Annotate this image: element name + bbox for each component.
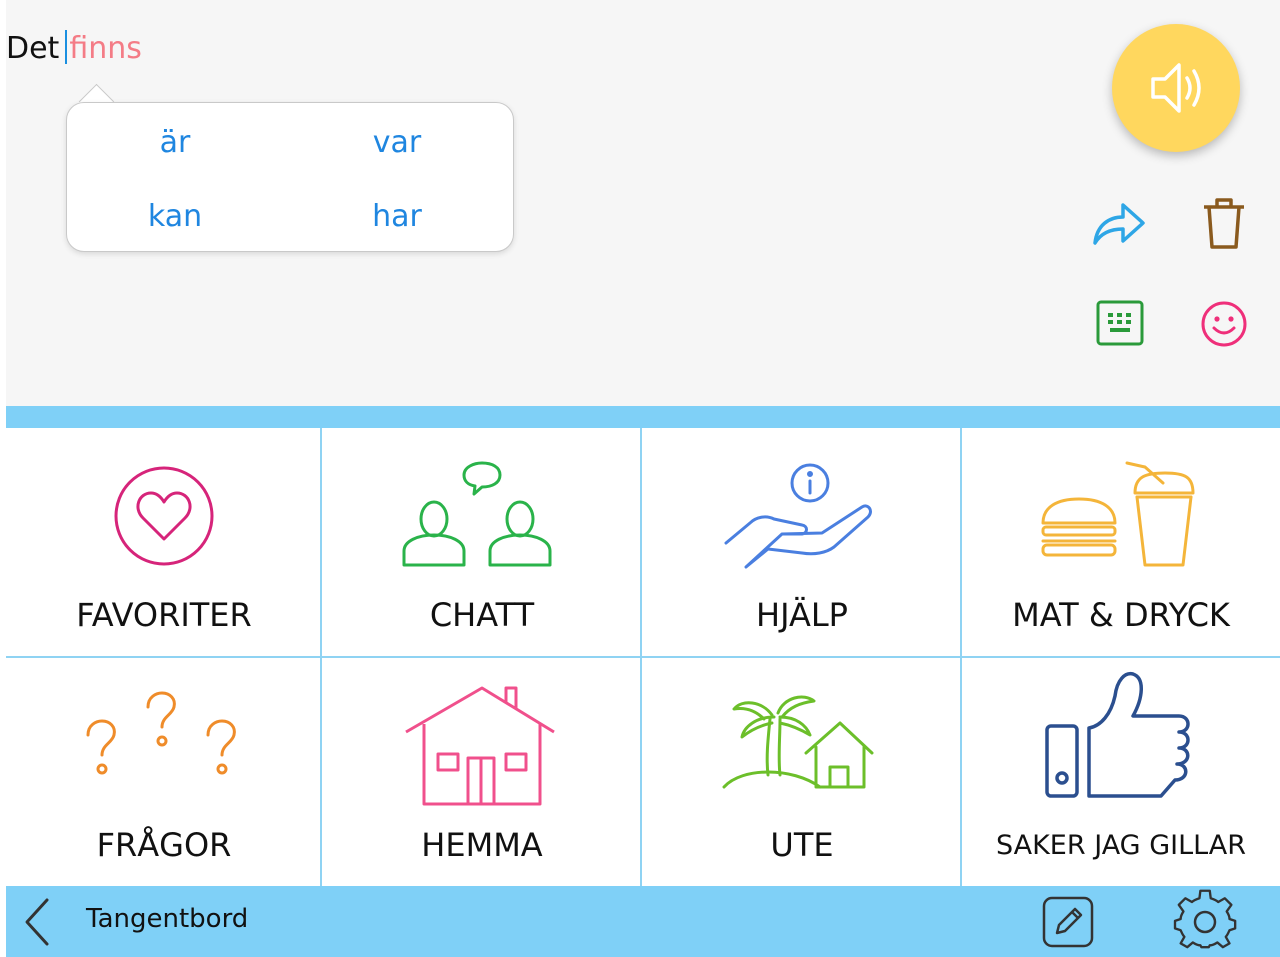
category-chatt[interactable]: CHATT (322, 428, 642, 656)
category-label: UTE (770, 826, 834, 864)
settings-button[interactable] (1172, 888, 1238, 954)
suggestion-word[interactable]: var (307, 125, 487, 160)
trash-icon (1204, 198, 1244, 249)
suggestion-popup: är var kan har (66, 102, 514, 252)
chat-people-icon (402, 461, 552, 567)
edit-button[interactable] (1040, 894, 1096, 950)
island-icon (722, 695, 874, 789)
share-arrow-icon (1093, 203, 1145, 245)
pencil-icon (1042, 896, 1094, 948)
category-favoriter[interactable]: FAVORITER (6, 428, 322, 656)
bottom-bar: Tangentbord (6, 886, 1280, 957)
gear-icon (1173, 889, 1237, 949)
keyboard-icon (1096, 300, 1144, 346)
question-marks-icon (86, 691, 236, 775)
category-hjalp[interactable]: HJÄLP (642, 428, 962, 656)
category-label: HJÄLP (756, 596, 848, 634)
category-saker-jag-gillar[interactable]: SAKER JAG GILLAR (962, 658, 1280, 886)
text-cursor (65, 30, 68, 64)
help-hand-icon (724, 463, 872, 569)
emoji-button[interactable] (1198, 298, 1250, 350)
smiley-icon (1201, 301, 1247, 347)
category-label: HEMMA (421, 826, 543, 864)
predicted-word[interactable]: finns (69, 31, 142, 66)
category-fragor[interactable]: FRÅGOR (6, 658, 322, 886)
category-ute[interactable]: UTE (642, 658, 962, 886)
category-label: FAVORITER (76, 596, 252, 634)
category-label: FRÅGOR (96, 826, 232, 864)
typed-text: Det (6, 31, 60, 66)
suggestion-word[interactable]: är (85, 125, 265, 160)
category-label: MAT & DRYCK (1012, 596, 1230, 634)
thumbs-up-icon (1045, 671, 1190, 798)
chevron-left-icon (25, 898, 49, 946)
speak-button[interactable] (1112, 24, 1240, 152)
back-button[interactable] (12, 894, 60, 950)
accent-divider (6, 406, 1280, 428)
delete-button[interactable] (1196, 194, 1252, 252)
suggestion-word[interactable]: kan (85, 199, 265, 234)
house-icon (405, 686, 555, 805)
food-drink-icon (1041, 461, 1195, 567)
speaker-icon (1151, 63, 1201, 113)
category-label: CHATT (429, 596, 535, 634)
keyboard-button[interactable] (1094, 298, 1146, 348)
keyboard-label[interactable]: Tangentbord (86, 904, 248, 934)
grid-divider (6, 656, 1280, 658)
heart-icon (114, 466, 214, 566)
category-mat-dryck[interactable]: MAT & DRYCK (962, 428, 1280, 656)
share-button[interactable] (1088, 196, 1148, 250)
message-text[interactable]: Det finns (6, 30, 142, 66)
category-hemma[interactable]: HEMMA (322, 658, 642, 886)
category-label: SAKER JAG GILLAR (995, 830, 1247, 861)
suggestion-word[interactable]: har (307, 199, 487, 234)
